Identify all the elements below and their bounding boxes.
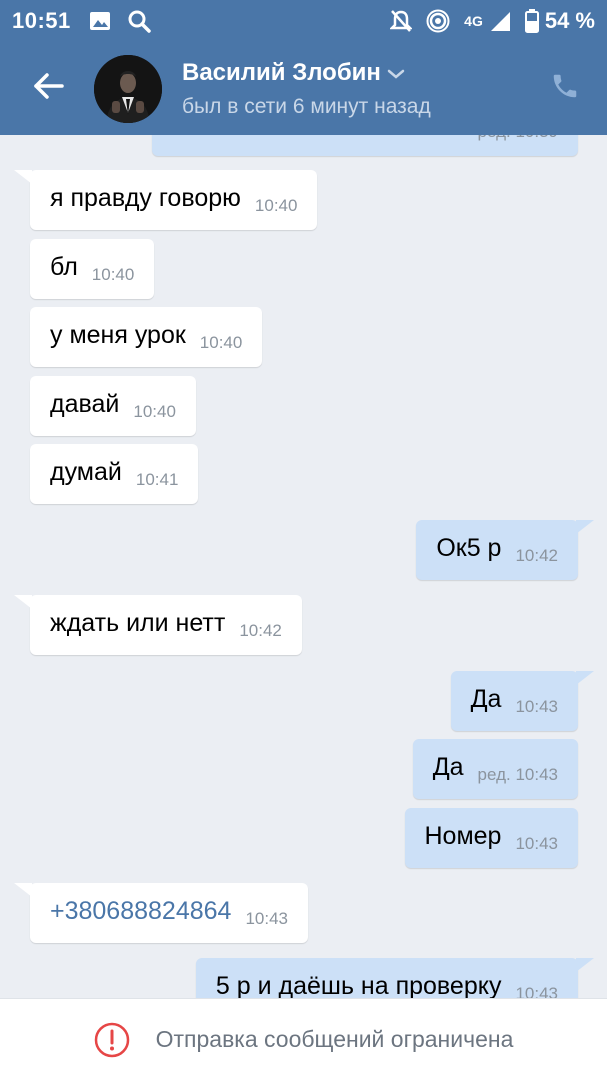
phone-icon xyxy=(550,71,580,106)
call-button[interactable] xyxy=(547,70,583,106)
message-time: 10:43 xyxy=(245,909,288,928)
message-text: Да xyxy=(470,685,502,713)
contact-status: был в сети 6 минут назад xyxy=(182,94,431,118)
phone-number-link[interactable]: +380688824864 xyxy=(50,897,231,929)
contact-name: Василий Злобин xyxy=(182,58,381,86)
message-text: давай xyxy=(50,390,120,418)
message-outgoing[interactable]: 5 р и даёшь на проверку 10:43 xyxy=(195,958,595,1000)
message-time: 10:43 xyxy=(515,697,558,716)
chevron-down-icon xyxy=(387,59,405,87)
message-text: ждать или нетт xyxy=(50,609,226,637)
message-text: 5 р и даёшь на проверку xyxy=(215,972,502,1000)
search-icon xyxy=(127,9,151,33)
message-outgoing[interactable]: Номер 10:43 xyxy=(404,808,578,868)
message-incoming[interactable]: +380688824864 10:43 xyxy=(14,883,308,943)
warning-circle-icon xyxy=(94,1022,130,1058)
message-text: я правду говорю xyxy=(50,184,241,212)
back-arrow-icon xyxy=(32,72,64,105)
message-outgoing[interactable]: Ок5 р 10:42 xyxy=(416,520,594,580)
notifications-off-icon xyxy=(390,9,413,33)
contact-name-row[interactable]: Василий Злобин xyxy=(182,59,431,87)
message-time: 10:43 xyxy=(515,834,558,853)
network-type: 4G xyxy=(464,13,483,29)
message-list[interactable]: ред. 10:39 я правду говорю 10:40 бл 10:4… xyxy=(0,0,607,1000)
avatar[interactable] xyxy=(94,54,162,123)
message-time: 10:42 xyxy=(515,546,558,565)
message-incoming[interactable]: бл 10:40 xyxy=(30,239,155,299)
battery-percent: 54 % xyxy=(544,8,595,33)
message-time: 10:42 xyxy=(239,621,282,640)
message-time: 10:40 xyxy=(199,333,243,352)
message-text: у меня урок xyxy=(50,321,186,349)
message-incoming[interactable]: ждать или нетт 10:42 xyxy=(14,595,302,655)
message-incoming[interactable]: думай 10:41 xyxy=(30,444,199,504)
messaging-restricted-label: Отправка сообщений ограничена xyxy=(155,1026,514,1052)
message-time: 10:40 xyxy=(133,402,176,421)
contact-info[interactable]: Василий Злобин был в сети 6 минут назад xyxy=(182,59,431,119)
chat-header: Василий Злобин был в сети 6 минут назад xyxy=(0,42,607,135)
message-time: 10:40 xyxy=(91,265,135,284)
status-time: 10:51 xyxy=(12,8,71,33)
message-outgoing[interactable]: Да ред. 10:43 xyxy=(412,739,578,799)
message-text: бл xyxy=(50,253,78,281)
message-incoming[interactable]: давай 10:40 xyxy=(30,376,196,436)
message-text: Ок5 р xyxy=(436,534,502,562)
message-outgoing[interactable]: Да 10:43 xyxy=(450,671,595,731)
message-text: думай xyxy=(50,458,122,486)
hotspot-icon xyxy=(426,9,450,33)
message-incoming[interactable]: я правду говорю 10:40 xyxy=(13,170,318,230)
message-time: ред. 10:43 xyxy=(477,765,558,784)
message-text: Номер xyxy=(424,822,502,850)
signal-icon xyxy=(489,10,511,32)
message-time: 10:41 xyxy=(135,470,179,489)
message-time: 10:40 xyxy=(254,196,298,215)
message-text: Да xyxy=(432,753,464,781)
back-button[interactable] xyxy=(0,42,96,135)
status-bar: 10:51 4G 54 % xyxy=(0,0,607,42)
message-incoming[interactable]: у меня урок 10:40 xyxy=(30,307,263,367)
battery-icon xyxy=(524,9,539,33)
image-icon xyxy=(89,11,111,31)
messaging-restricted-bar: Отправка сообщений ограничена xyxy=(0,998,607,1080)
